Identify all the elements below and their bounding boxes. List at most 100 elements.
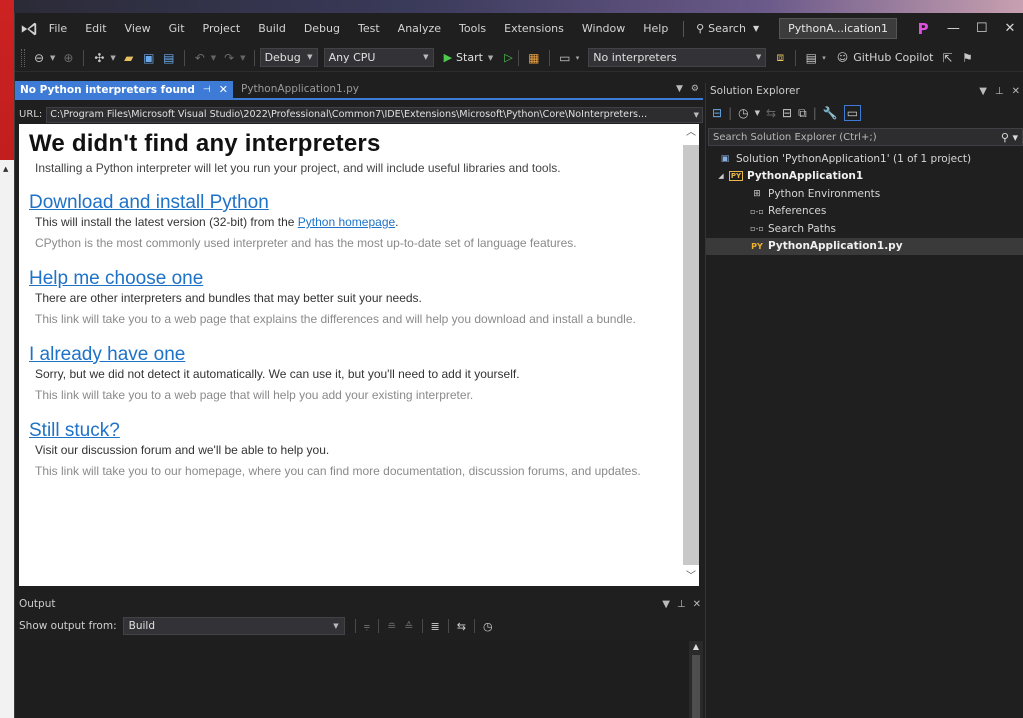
github-copilot-button[interactable]: ☺ GitHub Copilot xyxy=(837,51,934,64)
interpreter-dropdown[interactable]: No interpreters ▼ xyxy=(588,48,767,67)
content-scrollbar[interactable]: ︿ ﹀ xyxy=(683,124,699,586)
scroll-down-icon[interactable]: ﹀ xyxy=(683,568,699,586)
menu-view[interactable]: View xyxy=(116,13,160,44)
chevron-down-icon[interactable]: ▾ xyxy=(576,54,580,62)
expand-arrow-icon[interactable]: ◢ xyxy=(716,172,726,180)
menu-extensions[interactable]: Extensions xyxy=(495,13,573,44)
solution-explorer-search[interactable]: Search Solution Explorer (Ctrl+;) ⚲ ▾ xyxy=(708,128,1023,146)
output-scrollbar[interactable]: ▲ xyxy=(689,641,703,718)
close-window-button[interactable]: ✕ xyxy=(996,13,1023,44)
chevron-down-icon[interactable]: ▼ xyxy=(211,54,216,62)
chevron-down-icon[interactable]: ▼ xyxy=(979,86,987,97)
solution-name-badge[interactable]: PythonA...ication1 xyxy=(779,18,897,39)
visual-studio-logo-icon[interactable] xyxy=(19,13,40,44)
hot-reload-icon[interactable]: ▦ xyxy=(524,48,544,68)
switch-views-icon[interactable]: ⊟ xyxy=(712,106,722,120)
new-project-icon[interactable]: ✣ xyxy=(89,48,109,68)
python-homepage-link[interactable]: Python homepage xyxy=(298,215,395,229)
configuration-dropdown[interactable]: Debug ▼ xyxy=(259,48,318,67)
redo-icon[interactable]: ↷ xyxy=(219,48,239,68)
menu-git[interactable]: Git xyxy=(160,13,194,44)
feedback-icon[interactable]: ⚑ xyxy=(957,48,977,68)
output-text-area[interactable]: ▲ xyxy=(19,641,703,718)
close-icon[interactable]: ✕ xyxy=(693,599,701,610)
toolbar-grip[interactable] xyxy=(21,48,25,67)
preview-selected-icon[interactable]: ▭ xyxy=(843,105,862,121)
chevron-down-icon[interactable]: ▾ xyxy=(822,54,826,62)
platform-dropdown[interactable]: Any CPU ▼ xyxy=(323,48,434,67)
download-install-python-link[interactable]: Download and install Python xyxy=(29,192,269,214)
menu-edit[interactable]: Edit xyxy=(76,13,115,44)
save-all-icon[interactable]: ▤ xyxy=(159,48,179,68)
tree-python-file[interactable]: PY PythonApplication1.py xyxy=(706,237,1023,255)
close-icon[interactable]: ✕ xyxy=(219,83,228,96)
pending-changes-icon[interactable]: ◷ xyxy=(738,106,748,120)
tree-python-environments[interactable]: ⊞ Python Environments xyxy=(706,185,1023,203)
chevron-down-icon[interactable]: ▼ xyxy=(50,54,55,62)
menu-file[interactable]: File xyxy=(40,13,76,44)
tab-list-dropdown-icon[interactable]: ▼ xyxy=(676,81,683,98)
menu-test[interactable]: Test xyxy=(349,13,389,44)
menu-help[interactable]: Help xyxy=(634,13,677,44)
still-stuck-link[interactable]: Still stuck? xyxy=(29,420,120,442)
clear-all-icon[interactable]: ≣ xyxy=(431,620,440,633)
global-search-button[interactable]: ⚲ Search ▼ xyxy=(690,13,765,44)
chevron-down-icon[interactable]: ▼ xyxy=(662,599,670,610)
start-debugging-button[interactable]: ▶ Start ▼ xyxy=(440,51,501,64)
tab-no-python-interpreters[interactable]: No Python interpreters found ⊣ ✕ xyxy=(15,81,233,98)
find-message-icon[interactable]: ⩦ xyxy=(364,619,370,633)
menu-project[interactable]: Project xyxy=(194,13,250,44)
share-icon[interactable]: ⇱ xyxy=(937,48,957,68)
next-message-icon[interactable]: ≙ xyxy=(404,620,413,633)
previous-message-icon[interactable]: ≘ xyxy=(387,620,396,633)
chevron-down-icon[interactable]: ▼ xyxy=(110,54,115,62)
url-field[interactable]: C:\Program Files\Microsoft Visual Studio… xyxy=(46,106,703,123)
maximize-button[interactable]: ☐ xyxy=(968,13,996,44)
menu-tools[interactable]: Tools xyxy=(450,13,495,44)
start-without-debugging-icon[interactable]: ▷ xyxy=(504,51,512,64)
chevron-down-icon[interactable]: ▼ xyxy=(240,54,245,62)
menu-analyze[interactable]: Analyze xyxy=(389,13,450,44)
search-icon[interactable]: ⚲ ▾ xyxy=(1001,131,1018,144)
pin-icon[interactable]: ⊣ xyxy=(203,85,211,95)
already-have-one-link[interactable]: I already have one xyxy=(29,344,185,366)
help-me-choose-link[interactable]: Help me choose one xyxy=(29,268,203,290)
menu-debug[interactable]: Debug xyxy=(295,13,349,44)
minimize-button[interactable]: — xyxy=(939,13,967,44)
sync-icon[interactable]: ⇆ xyxy=(766,106,776,120)
pin-icon[interactable]: ⊥ xyxy=(677,599,686,610)
search-placeholder: Search Solution Explorer (Ctrl+;) xyxy=(713,131,877,143)
output-source-dropdown[interactable]: Build ▼ xyxy=(122,617,345,635)
scrollbar-thumb[interactable] xyxy=(692,655,700,718)
menu-window[interactable]: Window xyxy=(573,13,634,44)
undo-icon[interactable]: ↶ xyxy=(190,48,210,68)
gear-icon[interactable]: ⚙ xyxy=(691,81,699,98)
save-icon[interactable]: ▣ xyxy=(139,48,159,68)
scroll-up-icon[interactable]: ▲ xyxy=(689,642,703,651)
navigate-back-icon[interactable]: ⊖ xyxy=(29,48,49,68)
menu-build[interactable]: Build xyxy=(249,13,295,44)
profile-avatar[interactable]: P xyxy=(915,18,931,40)
scrollbar-thumb[interactable] xyxy=(683,145,699,565)
tree-references[interactable]: ▫-▫ References xyxy=(706,203,1023,221)
pin-icon[interactable]: ⊥ xyxy=(995,86,1004,97)
layout-icon[interactable]: ▭ xyxy=(555,48,575,68)
tree-solution-node[interactable]: ▣ Solution 'PythonApplication1' (1 of 1 … xyxy=(706,150,1023,168)
project-label: PythonApplication1 xyxy=(747,170,864,183)
tab-python-application-file[interactable]: PythonApplication1.py xyxy=(233,81,367,98)
show-all-files-icon[interactable]: ⧉ xyxy=(798,106,807,121)
word-wrap-icon[interactable]: ⇆ xyxy=(457,620,466,633)
chevron-down-icon[interactable]: ▼ xyxy=(694,108,699,122)
navigate-forward-icon[interactable]: ⊕ xyxy=(58,48,78,68)
window-layout-icon[interactable]: ▤ xyxy=(801,48,821,68)
open-folder-icon[interactable]: ▰ xyxy=(119,48,139,68)
tree-project-node[interactable]: ◢ PY PythonApplication1 xyxy=(706,168,1023,186)
clock-icon[interactable]: ◷ xyxy=(483,620,493,633)
collapse-all-icon[interactable]: ⊟ xyxy=(782,106,792,120)
close-icon[interactable]: ✕ xyxy=(1012,86,1020,97)
tree-search-paths[interactable]: ▫-▫ Search Paths xyxy=(706,220,1023,238)
chevron-down-icon[interactable]: ▼ xyxy=(755,109,760,117)
scroll-up-icon[interactable]: ︿ xyxy=(683,124,699,142)
gift-icon[interactable]: ⧈ xyxy=(770,48,790,68)
properties-wrench-icon[interactable]: 🔧 xyxy=(823,106,838,120)
